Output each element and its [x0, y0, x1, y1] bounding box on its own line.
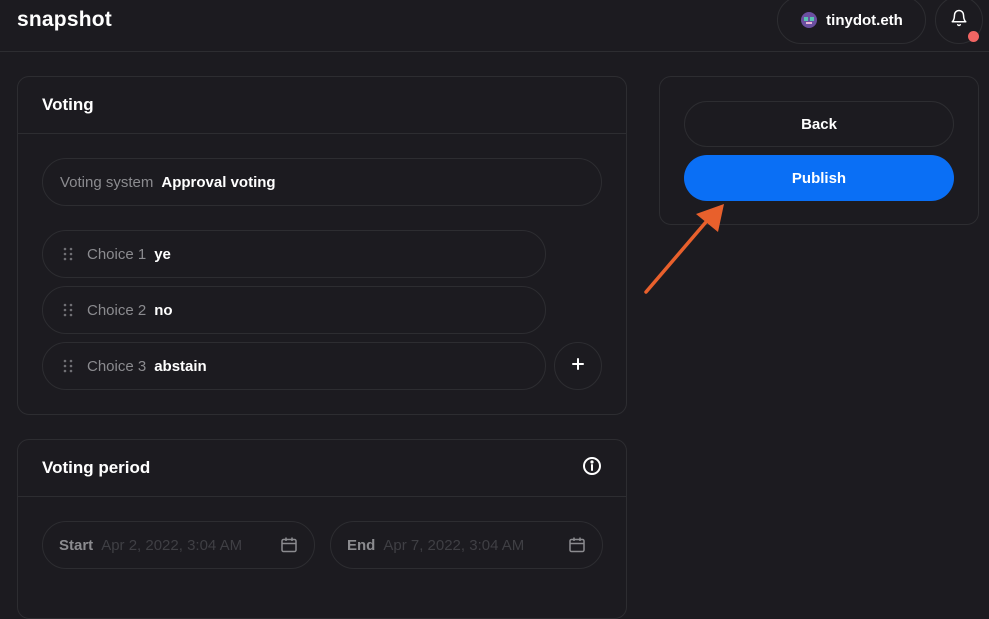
bell-icon	[950, 9, 968, 32]
choice-value: ye	[154, 245, 171, 263]
voting-title: Voting	[42, 95, 94, 114]
choice-field[interactable]: Choice 1 ye	[42, 230, 546, 278]
calendar-icon	[568, 536, 586, 558]
voting-period-header: Voting period	[18, 440, 626, 497]
choice-field[interactable]: Choice 2 no	[42, 286, 546, 334]
start-placeholder: Apr 2, 2022, 3:04 AM	[101, 536, 243, 554]
choice-field[interactable]: Choice 3 abstain	[42, 342, 546, 390]
voting-system-label: Voting system	[60, 173, 154, 191]
voting-card-header: Voting	[18, 77, 626, 134]
voting-period-title: Voting period	[42, 458, 151, 477]
account-button[interactable]: tinydot.eth	[777, 0, 926, 44]
top-bar: snapshot tinydot.eth	[0, 0, 989, 52]
avatar-icon	[800, 11, 818, 29]
choice-value: no	[154, 301, 173, 319]
start-label: Start	[59, 536, 94, 554]
annotation-arrow	[644, 204, 724, 294]
publish-button[interactable]: Publish	[684, 155, 954, 201]
choice-label: Choice 1	[87, 245, 147, 263]
drag-handle-icon[interactable]	[63, 303, 73, 317]
voting-system-select[interactable]: Voting system Approval voting	[42, 158, 602, 206]
end-label: End	[347, 536, 376, 554]
back-button[interactable]: Back	[684, 101, 954, 147]
calendar-icon	[280, 536, 298, 558]
drag-handle-icon[interactable]	[63, 359, 73, 373]
choice-label: Choice 3	[87, 357, 147, 375]
add-choice-button[interactable]	[554, 342, 602, 390]
plus-icon	[571, 357, 585, 376]
app-logo[interactable]: snapshot	[17, 8, 112, 32]
account-name: tinydot.eth	[826, 11, 903, 29]
info-icon[interactable]	[582, 456, 602, 481]
notification-dot	[968, 31, 979, 42]
voting-system-value: Approval voting	[161, 173, 276, 191]
voting-period-card: Voting period Start Apr 2, 2022, 3:04 AM…	[17, 439, 627, 619]
choice-label: Choice 2	[87, 301, 147, 319]
end-placeholder: Apr 7, 2022, 3:04 AM	[383, 536, 525, 554]
choice-value: abstain	[154, 357, 207, 375]
start-date-input[interactable]: Start Apr 2, 2022, 3:04 AM	[42, 521, 315, 569]
end-date-input[interactable]: End Apr 7, 2022, 3:04 AM	[330, 521, 603, 569]
voting-card: Voting Voting system Approval voting Cho…	[17, 76, 627, 415]
drag-handle-icon[interactable]	[63, 247, 73, 261]
